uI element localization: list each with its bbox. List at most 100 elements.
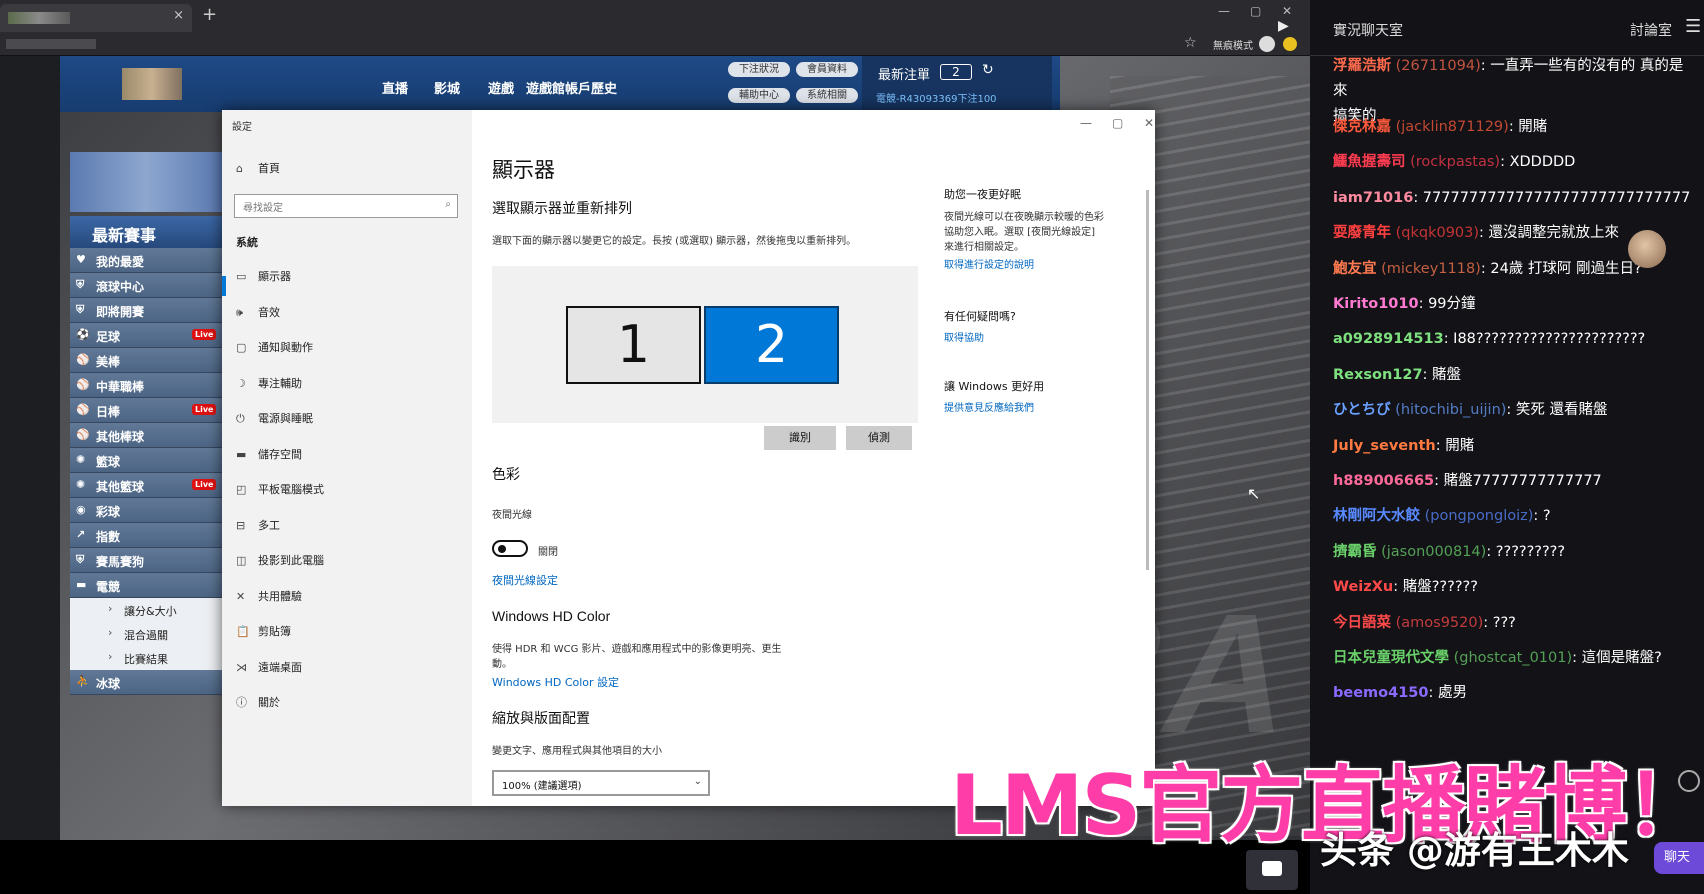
nav-cinema[interactable]: 影城 [434,78,460,97]
chat-username[interactable]: 鮑友宜 [1333,261,1377,277]
settings-nav-item[interactable]: ✕ 共用體驗 [236,588,302,604]
menu-item[interactable]: ◉ 彩球 [70,498,222,523]
menu-sub-item[interactable]: › 比賽結果 [70,646,222,670]
chat-username[interactable]: beemo4150 [1333,685,1428,701]
night-light-toggle[interactable] [492,540,528,557]
chat-username[interactable]: h889006665 [1333,473,1434,489]
settings-nav-item[interactable]: ◫ 投影到此電腦 [236,552,324,568]
menu-item[interactable]: ⚾ 中華職棒 [70,373,222,398]
night-light-settings-link[interactable]: 夜間光線設定 [492,572,558,588]
hd-color-settings-link[interactable]: Windows HD Color 設定 [492,674,619,690]
menu-item[interactable]: ⚾ 日棒 Live [70,398,222,423]
system-button[interactable]: 系統相關 [796,88,858,103]
new-tab-button[interactable]: + [202,4,217,25]
feedback-link[interactable]: 提供意見反應給我們 [944,399,1034,414]
chat-message: Rexson127: 賭盤 [1333,363,1695,388]
menu-item[interactable]: ✺ 籃球 [70,448,222,473]
chevron-right-icon: › [108,626,113,639]
chat-username[interactable]: July_seventh [1333,438,1436,454]
settings-nav-item[interactable]: ▬ 儲存空間 [236,446,302,462]
incognito-icon [1259,36,1275,52]
bet-status-button[interactable]: 下注狀況 [728,62,790,77]
chat-username[interactable]: 日本兒童現代文學 [1333,650,1449,666]
sleep-help-link[interactable]: 取得進行設定的說明 [944,256,1034,271]
settings-nav-item[interactable]: ⊟ 多工 [236,517,280,533]
menu-sub-item[interactable]: › 讓分&大小 [70,598,222,622]
extension-icon[interactable] [1283,37,1297,51]
refresh-icon[interactable]: ↻ [982,62,994,78]
chat-username[interactable]: 今日語菜 [1333,615,1391,631]
menu-item[interactable]: ↗ 指數 [70,523,222,548]
restore-icon[interactable]: ▢ [1250,4,1261,18]
chat-username[interactable]: ひとちび [1333,402,1391,418]
settings-search-input[interactable]: 尋找設定 ⌕ [234,194,458,218]
menu-item[interactable]: ⛨ 賽馬賽狗 [70,548,222,573]
discussion-tab[interactable]: 討論室 [1630,20,1672,40]
monitor-1[interactable]: 1 [566,306,701,384]
menu-item[interactable]: ⛹ 冰球 [70,670,222,695]
settings-nav-item[interactable]: 🕪 音效 [236,304,280,320]
chat-message: 今日語菜 (amos9520): ??? [1333,611,1695,636]
tab-close-icon[interactable]: × [173,8,184,23]
chat-username[interactable]: 鱷魚握壽司 [1333,154,1406,170]
search-icon: ⌕ [445,199,451,210]
chat-toggle-button[interactable] [1246,850,1298,890]
settings-nav-item[interactable]: ⋊ 遠端桌面 [236,659,302,675]
menu-item[interactable]: ⚾ 其他棒球 [70,423,222,448]
chat-username[interactable]: WeizXu [1333,579,1393,595]
menu-item[interactable]: ⛨ 即將開賽 [70,298,222,323]
settings-nav-item[interactable]: 📋 剪貼簿 [236,623,291,639]
settings-minimize-icon[interactable]: — [1080,116,1092,130]
menu-title: 最新賽事 [70,216,222,248]
settings-nav-item[interactable]: ▭ 顯示器 [236,268,291,284]
get-help-link[interactable]: 取得協助 [944,329,984,344]
address-bar-blurred[interactable] [6,39,96,49]
nav-games[interactable]: 遊戲 [488,78,514,97]
member-info-button[interactable]: 會員資料 [796,62,858,77]
chat-username[interactable]: 浮羅浩斯 [1333,58,1391,74]
chat-username[interactable]: Rexson127 [1333,367,1423,383]
nav-live[interactable]: 直播 [382,78,408,97]
play-icon[interactable]: ▶ [1278,18,1289,34]
menu-icon[interactable]: ☰ [1685,16,1701,37]
menu-item[interactable]: ♥ 我的最愛 [70,248,222,273]
chat-user-id: (ghostcat_0101) [1449,650,1573,666]
page-title: 顯示器 [492,158,555,182]
identify-button[interactable]: 識別 [764,426,836,450]
settings-close-icon[interactable]: ✕ [1144,116,1154,130]
nav-game-history[interactable]: 遊戲館帳戶歷史 [526,78,617,97]
close-icon[interactable]: ✕ [1282,4,1292,18]
chat-username[interactable]: 林剛阿大水餃 [1333,508,1420,524]
chat-username[interactable]: 耍廢青年 [1333,225,1391,241]
scale-dropdown[interactable]: 100% (建議選項) ⌄ [492,770,710,796]
detect-button[interactable]: 偵測 [846,426,912,450]
browser-tab[interactable]: × [0,4,192,32]
latest-bet-entry[interactable]: 電競-R43093369下注100 [876,90,997,105]
menu-item[interactable]: ✺ 其他籃球 Live [70,473,222,498]
settings-nav-item[interactable]: ◰ 平板電腦模式 [236,481,324,497]
settings-nav-label: 剪貼簿 [258,625,291,638]
minimize-icon[interactable]: — [1218,4,1230,18]
menu-item[interactable]: ⚽ 足球 Live [70,323,222,348]
chat-username[interactable]: iam71016 [1333,190,1413,206]
settings-nav-item[interactable]: ▢ 通知與動作 [236,339,313,355]
monitor-2[interactable]: 2 [704,306,839,384]
settings-maximize-icon[interactable]: ▢ [1112,116,1123,130]
bookmark-star-icon[interactable]: ☆ [1184,35,1197,51]
settings-scrollbar[interactable] [1146,190,1149,570]
settings-nav-item[interactable]: ⓘ 關於 [236,694,280,710]
menu-item[interactable]: ▬ 電競 [70,573,222,598]
menu-item[interactable]: ⛨ 滾球中心 [70,273,222,298]
baseball-icon: ⚾ [76,403,90,416]
chat-username[interactable]: 傑克林嘉 [1333,119,1391,135]
chat-username[interactable]: Kirito1010 [1333,296,1419,312]
chat-username[interactable]: 擠霸昏 [1333,544,1377,560]
help-center-button[interactable]: 輔助中心 [728,88,790,103]
settings-nav-item[interactable]: ☽ 專注輔助 [236,375,302,391]
clipboard-icon: 📋 [236,625,250,638]
home-link[interactable]: ⌂ 首頁 [236,160,280,176]
settings-nav-item[interactable]: ⏻ 電源與睡眠 [236,410,313,426]
menu-item[interactable]: ⚾ 美棒 [70,348,222,373]
chat-username[interactable]: a0928914513 [1333,331,1444,347]
menu-sub-item[interactable]: › 混合過關 [70,622,222,646]
